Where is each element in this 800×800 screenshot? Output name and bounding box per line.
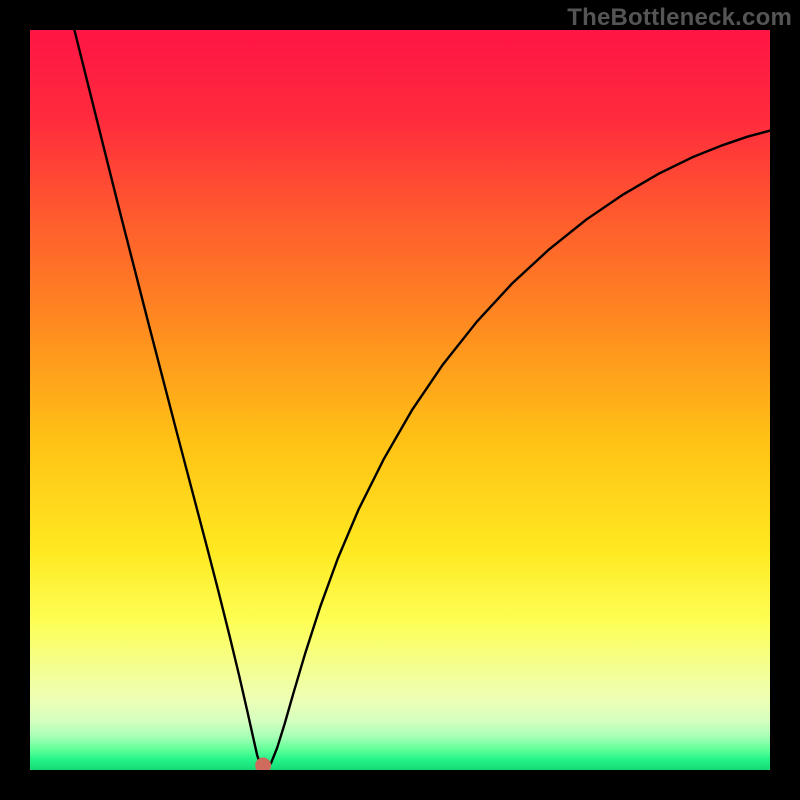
chart-background	[30, 30, 770, 770]
watermark-text: TheBottleneck.com	[567, 4, 792, 32]
chart-svg	[30, 30, 770, 770]
chart-frame	[30, 30, 770, 770]
